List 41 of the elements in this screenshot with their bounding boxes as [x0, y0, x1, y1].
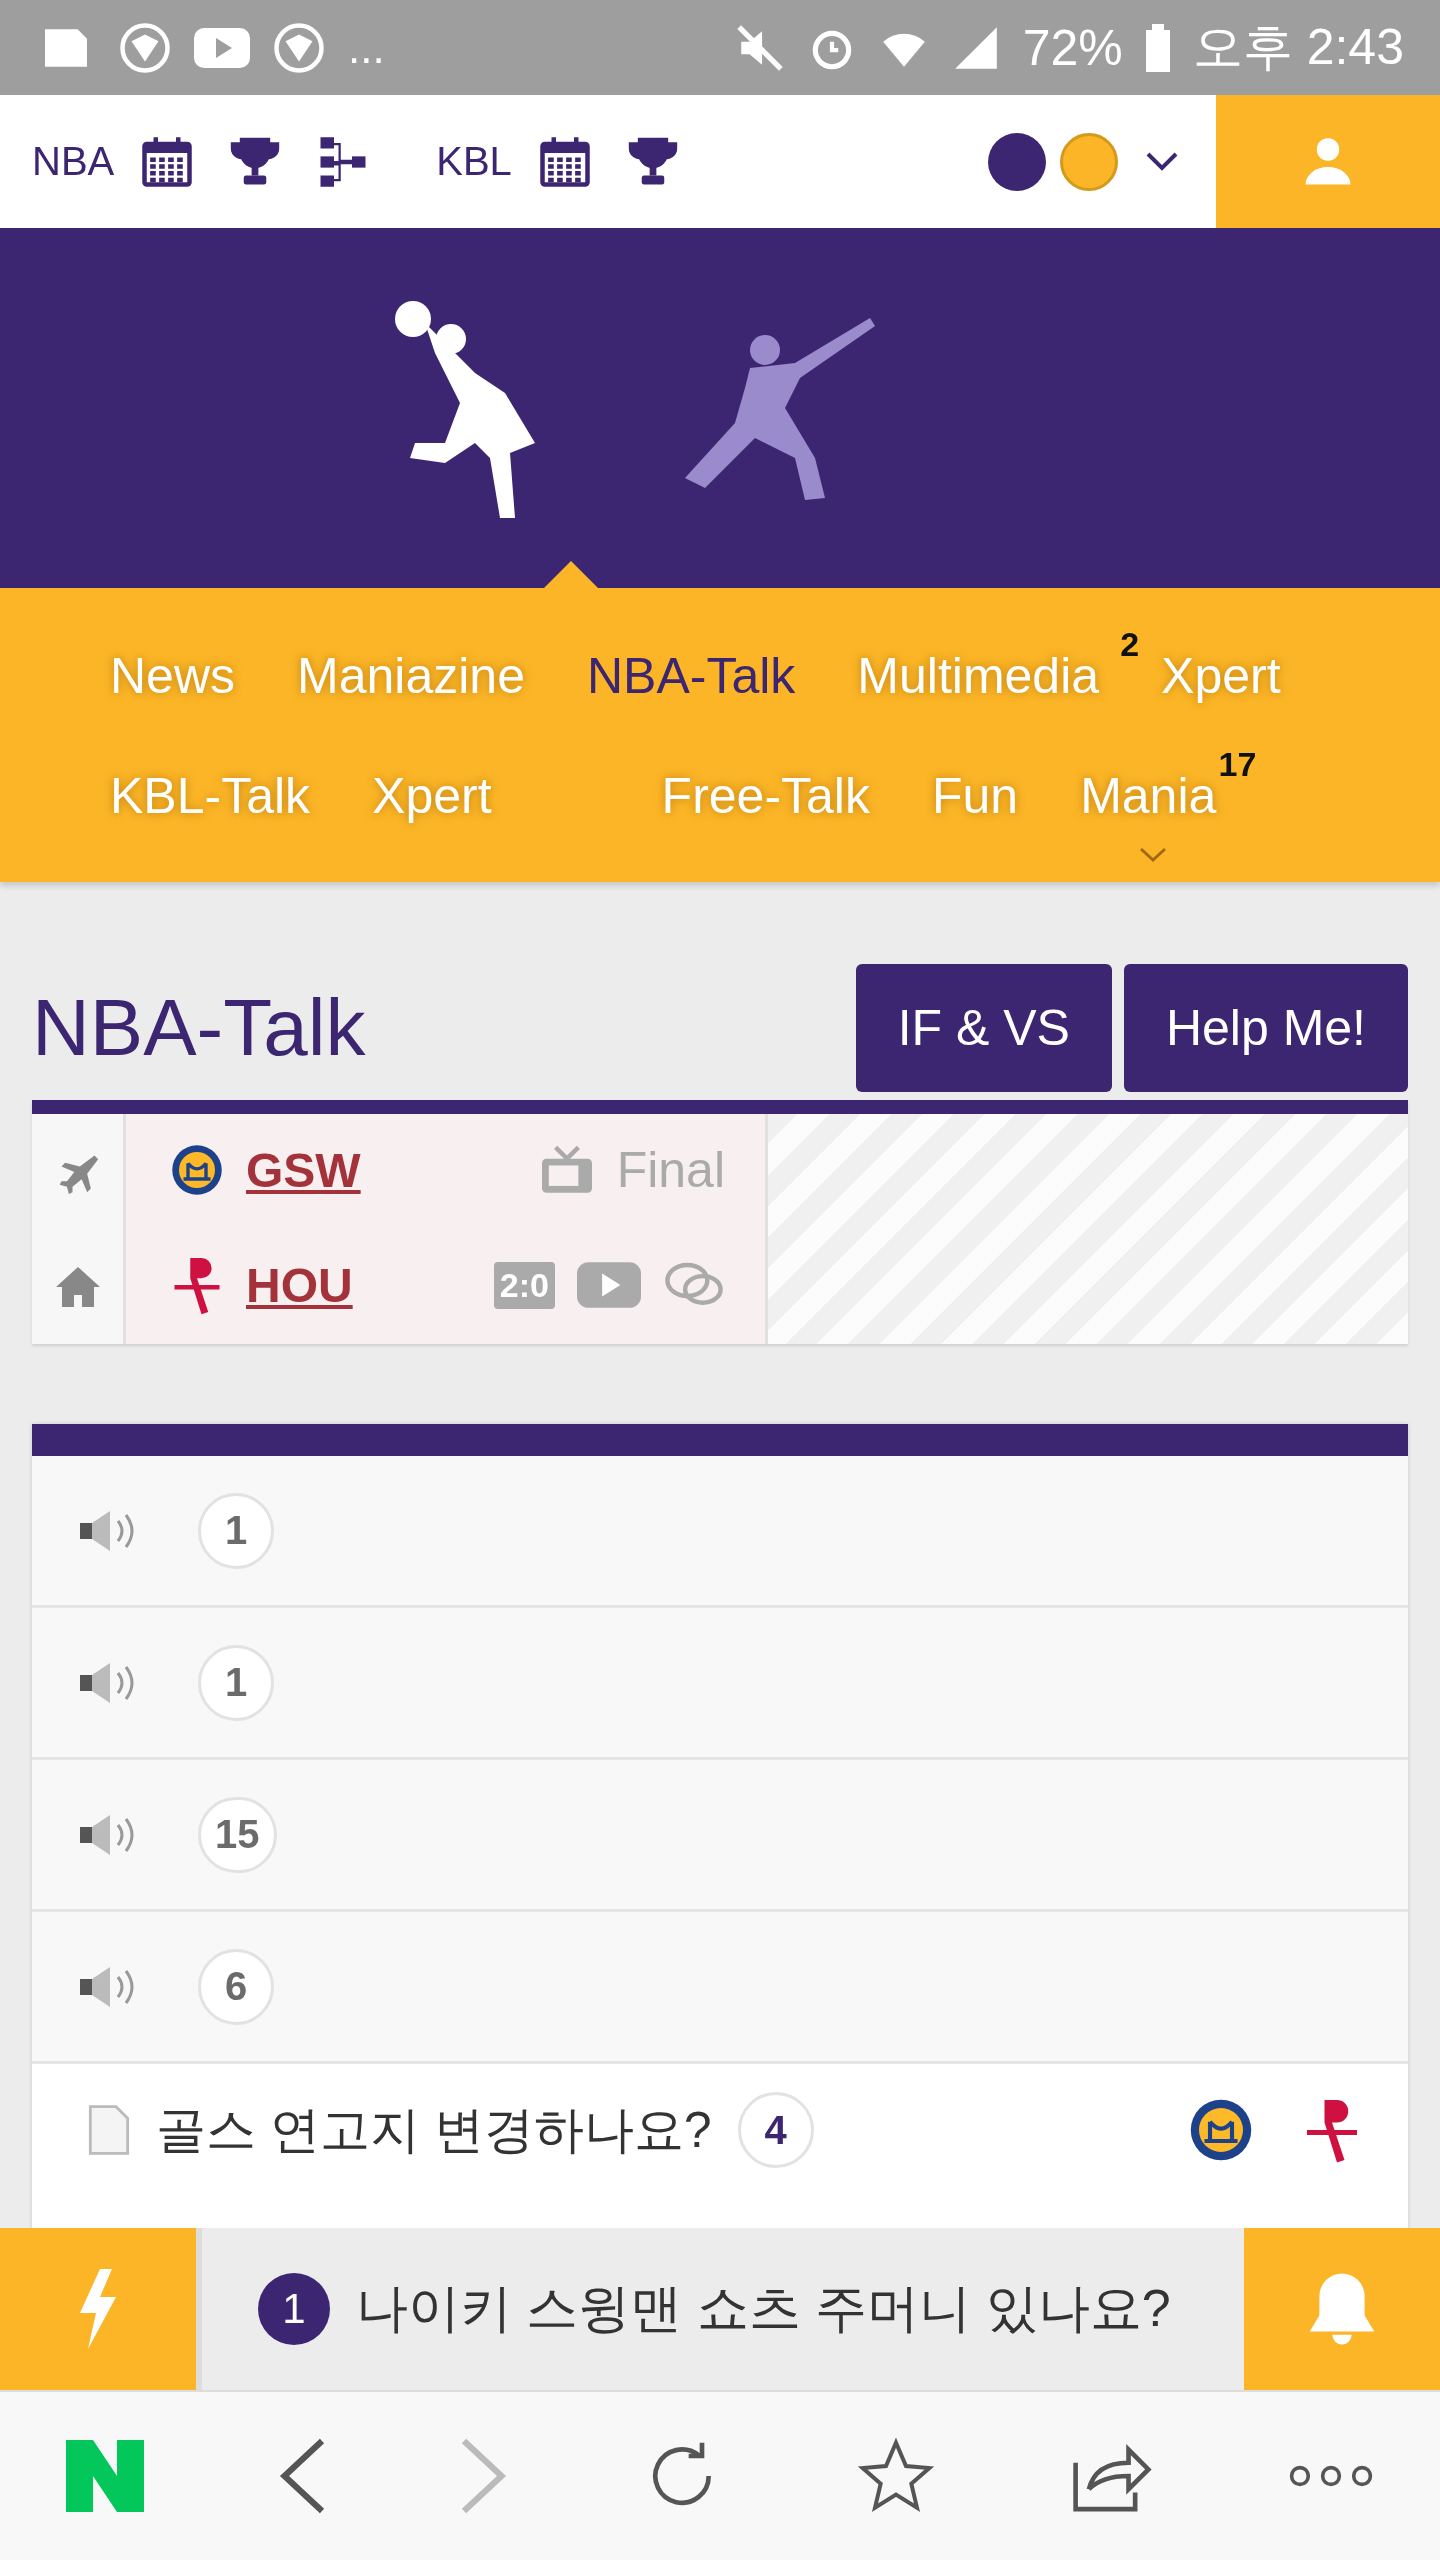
bell-button[interactable]: [1244, 2228, 1440, 2390]
board-button[interactable]: IF & VS: [855, 964, 1112, 1092]
league-link[interactable]: NBA: [32, 139, 115, 184]
team-logo: [1188, 2097, 1254, 2163]
comment-count: 6: [198, 1948, 274, 2025]
page-title: NBA-Talk: [32, 982, 367, 1074]
video-play-icon: [194, 27, 250, 68]
team-logo: [170, 1143, 224, 1197]
video-play-icon[interactable]: [577, 1262, 641, 1308]
calendar-icon: [140, 134, 195, 189]
shield-icon: [272, 20, 326, 75]
more-icon[interactable]: [1287, 2464, 1374, 2488]
league-link[interactable]: KBL: [436, 139, 512, 184]
board-button[interactable]: Help Me!: [1123, 964, 1408, 1092]
comment-count: 1: [198, 1492, 274, 1569]
naver-logo[interactable]: [66, 2440, 145, 2512]
flash-button[interactable]: [0, 2228, 196, 2390]
theme-swatch[interactable]: [1060, 132, 1118, 191]
user-icon: [1303, 135, 1353, 188]
new-count-label: 2: [1120, 625, 1140, 664]
team-link[interactable]: HOU: [246, 1257, 472, 1313]
document-icon: [88, 2104, 130, 2156]
menu-item[interactable]: NBA-Talk: [586, 647, 796, 705]
more-notifications-text: ...: [348, 22, 385, 73]
battery-percentage: 72%: [1022, 18, 1123, 77]
post-title[interactable]: 골스 연고지 변경하나요?: [156, 2096, 712, 2164]
clock-time: 오후 2:43: [1192, 18, 1404, 77]
comment-count: 4: [737, 2092, 814, 2168]
calendar-icon: [537, 134, 592, 189]
notification-text[interactable]: 나이키 스윙맨 쇼츠 주머니 있나요?: [356, 2274, 1171, 2344]
score-badge: 2:0: [493, 1261, 555, 1309]
theme-swatch[interactable]: [988, 132, 1046, 191]
notification-count: 1: [258, 2273, 330, 2345]
shield-icon: [118, 20, 172, 75]
team-link[interactable]: GSW: [246, 1142, 517, 1198]
comment-count: 15: [198, 1796, 277, 1873]
comment-count: 1: [198, 1644, 274, 1721]
new-count-label: 17: [1218, 745, 1257, 784]
user-button[interactable]: [1216, 95, 1440, 228]
game-status: Final: [616, 1141, 725, 1199]
battery-icon: [1144, 23, 1171, 72]
